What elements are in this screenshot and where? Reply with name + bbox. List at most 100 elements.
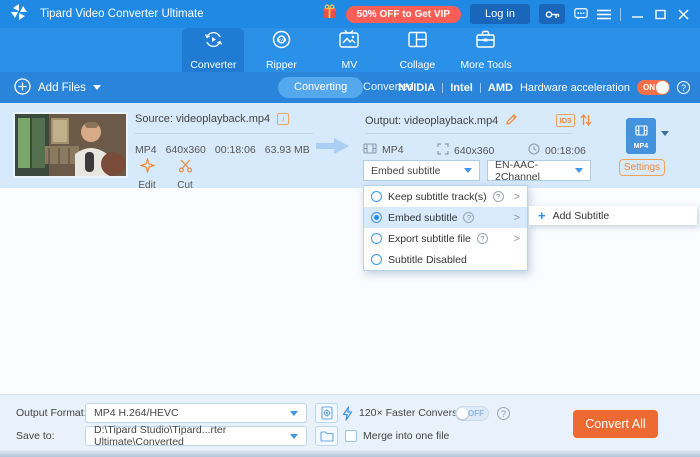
- register-key-button[interactable]: [539, 4, 565, 24]
- add-files-label: Add Files: [38, 81, 86, 94]
- window-bottom-edge: [0, 450, 700, 457]
- id3-tag-button[interactable]: ID3: [556, 114, 575, 127]
- media-file-row[interactable]: Source: videoplayback.mp4 i MP4 640x360 …: [0, 103, 700, 191]
- titlebar-divider: [620, 7, 621, 21]
- submenu-chevron-icon: >: [513, 211, 520, 224]
- help-icon[interactable]: ?: [463, 212, 475, 223]
- audio-select-value: EN-AAC-2Channel: [495, 158, 540, 183]
- submenu-chevron-icon: >: [513, 190, 520, 203]
- menu-item-embed-subtitle[interactable]: Embed subtitle ? >: [364, 207, 527, 228]
- tab-more-tools-label: More Tools: [460, 59, 512, 71]
- converting-tab[interactable]: Converting: [278, 77, 364, 98]
- faster-conversion-toggle[interactable]: OFF: [455, 406, 489, 421]
- menu-item-subtitle-disabled[interactable]: Subtitle Disabled: [364, 249, 527, 270]
- tab-mv-label: MV: [341, 59, 358, 71]
- feedback-icon[interactable]: [574, 7, 588, 21]
- add-files-button[interactable]: Add Files: [14, 77, 101, 98]
- output-format-value: MP4: [382, 144, 404, 156]
- radio-unselected-icon: [371, 254, 382, 265]
- lightning-icon: [342, 406, 353, 426]
- source-duration: 00:18:06: [214, 144, 256, 156]
- menu-item-export-subtitle[interactable]: Export subtitle file ? >: [364, 228, 527, 249]
- audio-track-select[interactable]: EN-AAC-2Channel: [487, 158, 591, 183]
- plus-icon: +: [538, 208, 546, 223]
- radio-unselected-icon: [371, 191, 382, 202]
- output-format-button[interactable]: MP4: [626, 118, 656, 154]
- format-badge-label: MP4: [633, 142, 649, 150]
- add-subtitle-menu-item[interactable]: + Add Subtitle: [529, 206, 697, 225]
- source-format: MP4: [135, 144, 157, 156]
- menu-icon[interactable]: [597, 7, 611, 21]
- clock-icon: [528, 143, 540, 158]
- source-filename: Source: videoplayback.mp4: [135, 113, 271, 125]
- source-divider: [135, 133, 313, 134]
- tab-mv[interactable]: MV: [318, 28, 380, 72]
- tab-ripper[interactable]: DVD Ripper: [250, 28, 312, 72]
- settings-button[interactable]: Settings: [619, 159, 665, 176]
- tab-ripper-label: Ripper: [265, 59, 297, 71]
- close-button[interactable]: [676, 7, 690, 21]
- brand-separator: [442, 82, 444, 93]
- open-folder-button[interactable]: [315, 426, 338, 446]
- collage-grid-icon: [407, 29, 428, 55]
- source-resolution: 640x360: [165, 144, 206, 156]
- radio-unselected-icon: [371, 233, 382, 244]
- toolbox-icon: [475, 29, 496, 55]
- brand-nvidia: NVIDIA: [397, 81, 436, 94]
- menu-item-keep-subtitle[interactable]: Keep subtitle track(s) ? >: [364, 186, 527, 207]
- chevron-down-icon: [290, 433, 298, 439]
- chevron-down-icon: [92, 85, 101, 90]
- tab-collage-label: Collage: [399, 59, 436, 71]
- vip-offer-badge[interactable]: 50% OFF to Get VIP: [345, 5, 462, 23]
- app-window: Tipard Video Converter Ultimate 50% OFF …: [0, 0, 700, 457]
- subtitle-dropdown-menu: Keep subtitle track(s) ? > Embed subtitl…: [363, 185, 528, 271]
- video-thumbnail[interactable]: [13, 112, 128, 178]
- output-filename: Output: videoplayback.mp4: [365, 115, 499, 127]
- main-nav: Converter DVD Ripper MV Collage More Too…: [0, 28, 700, 72]
- window-title: Tipard Video Converter Ultimate: [40, 8, 204, 20]
- output-format-select[interactable]: MP4 H.264/HEVC: [85, 403, 307, 423]
- maximize-button[interactable]: [653, 7, 667, 21]
- format-chevron-down-icon[interactable]: [661, 131, 669, 136]
- info-icon[interactable]: i: [277, 113, 290, 125]
- edit-button[interactable]: Edit: [132, 156, 162, 191]
- swap-arrows-icon[interactable]: [580, 113, 592, 132]
- output-format-field-label: Output Format:: [16, 407, 87, 419]
- edit-label: Edit: [138, 180, 156, 191]
- output-format-select-value: MP4 H.264/HEVC: [94, 407, 179, 419]
- tab-collage[interactable]: Collage: [386, 28, 448, 72]
- save-to-select[interactable]: D:\Tipard Studio\Tipard...rter Ultimate\…: [85, 424, 307, 448]
- help-icon[interactable]: ?: [492, 191, 504, 202]
- cut-label: Cut: [177, 180, 193, 191]
- hardware-acceleration-help-icon[interactable]: ?: [677, 81, 690, 94]
- toggle-on-label: ON: [643, 83, 655, 92]
- hardware-acceleration-cluster: NVIDIA Intel AMD Hardware acceleration O…: [398, 72, 690, 103]
- hardware-acceleration-toggle[interactable]: ON: [637, 80, 670, 95]
- save-to-field-label: Save to:: [16, 430, 55, 442]
- minimize-button[interactable]: [630, 7, 644, 21]
- brand-intel: Intel: [450, 81, 473, 94]
- mv-screen-icon: [338, 29, 360, 55]
- add-subtitle-label: Add Subtitle: [552, 209, 610, 222]
- merge-checkbox[interactable]: [345, 430, 357, 442]
- gift-icon[interactable]: [322, 4, 337, 24]
- login-button[interactable]: Log in: [470, 4, 530, 24]
- film-strip-icon: [634, 123, 648, 141]
- toggle-knob: [457, 408, 468, 419]
- format-settings-button[interactable]: [315, 403, 338, 423]
- convert-all-button[interactable]: Convert All: [573, 410, 658, 438]
- help-icon[interactable]: ?: [476, 233, 488, 244]
- cut-button[interactable]: Cut: [170, 158, 200, 191]
- rename-pencil-icon[interactable]: [505, 113, 518, 129]
- subtitle-select[interactable]: Embed subtitle: [363, 160, 480, 181]
- faster-conversion-help-icon[interactable]: ?: [497, 407, 510, 420]
- tab-converter[interactable]: Converter: [182, 28, 245, 72]
- brand-separator: [479, 82, 481, 93]
- disc-icon: DVD: [271, 29, 292, 55]
- source-size: 63.93 MB: [264, 144, 310, 156]
- tab-more-tools[interactable]: More Tools: [454, 28, 517, 72]
- scissors-icon: [178, 158, 193, 178]
- convert-flow-arrow-icon: [316, 136, 350, 161]
- add-circle-icon: [14, 77, 31, 98]
- merge-label: Merge into one file: [363, 430, 450, 442]
